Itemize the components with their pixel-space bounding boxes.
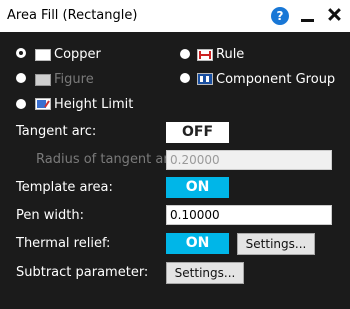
radius-tangent-arc-field[interactable]: 0.20000 bbox=[166, 150, 332, 170]
thermal-relief-toggle[interactable]: ON bbox=[166, 233, 229, 254]
pen-width-field[interactable]: 0.10000 bbox=[166, 205, 332, 225]
pen-width-label: Pen width: bbox=[16, 208, 84, 223]
height-limit-icon bbox=[35, 98, 51, 110]
subtract-parameter-label: Subtract parameter: bbox=[16, 265, 149, 280]
window-title: Area Fill (Rectangle) bbox=[7, 8, 138, 23]
title-bar: Area Fill (Rectangle) ? bbox=[0, 0, 350, 32]
radio-copper[interactable] bbox=[16, 48, 26, 58]
option-component-group-label: Component Group bbox=[216, 72, 336, 87]
figure-icon bbox=[35, 74, 51, 86]
radio-component-group[interactable] bbox=[180, 73, 190, 83]
tangent-arc-toggle[interactable]: OFF bbox=[166, 122, 229, 143]
option-figure-label: Figure bbox=[54, 72, 94, 87]
help-button[interactable]: ? bbox=[271, 7, 289, 25]
template-area-toggle[interactable]: ON bbox=[166, 177, 229, 198]
tangent-arc-label: Tangent arc: bbox=[16, 124, 97, 139]
option-rule-label: Rule bbox=[216, 47, 245, 62]
copper-icon bbox=[35, 49, 51, 61]
option-copper-label: Copper bbox=[54, 47, 101, 62]
subtract-parameter-settings-button[interactable]: Settings... bbox=[166, 262, 244, 284]
template-area-label: Template area: bbox=[16, 180, 113, 195]
option-height-limit-label: Height Limit bbox=[54, 97, 134, 112]
radio-rule[interactable] bbox=[180, 49, 190, 59]
thermal-relief-label: Thermal relief: bbox=[16, 236, 111, 251]
component-group-icon bbox=[197, 73, 213, 85]
radio-figure[interactable] bbox=[16, 73, 26, 83]
dialog-window: Area Fill (Rectangle) ? Copper Rule Figu… bbox=[0, 0, 350, 309]
radius-tangent-arc-label: Radius of tangent arc: bbox=[36, 152, 180, 167]
radio-height-limit[interactable] bbox=[16, 99, 26, 109]
rule-icon bbox=[197, 49, 213, 61]
thermal-relief-settings-button[interactable]: Settings... bbox=[237, 233, 315, 255]
minimize-button[interactable] bbox=[301, 19, 314, 22]
close-button[interactable] bbox=[326, 6, 342, 22]
